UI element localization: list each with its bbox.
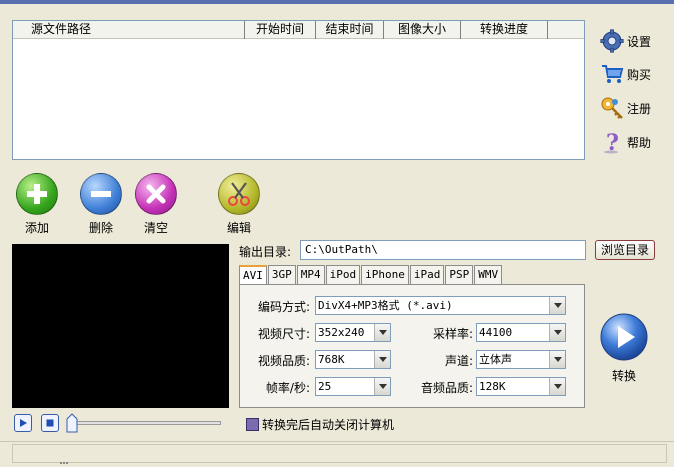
key-icon — [601, 97, 623, 119]
video-size-select[interactable]: 352x240 — [315, 323, 391, 342]
chevron-down-icon[interactable] — [549, 324, 565, 341]
play-icon — [20, 419, 27, 427]
seek-slider-track[interactable] — [76, 421, 221, 425]
svg-text:?: ? — [606, 130, 619, 154]
tab-ipod[interactable]: iPod — [325, 265, 361, 284]
channel-label: 声道: — [444, 354, 473, 368]
frame-rate-select[interactable]: 25 — [315, 377, 391, 396]
clear-button[interactable]: 清空 — [131, 173, 181, 236]
chevron-down-icon[interactable] — [549, 351, 565, 368]
browse-dir-button[interactable]: 浏览目录 — [595, 240, 655, 260]
video-size-label: 视频尺寸: — [257, 327, 310, 341]
remove-icon — [80, 173, 122, 215]
chevron-down-icon[interactable] — [374, 378, 390, 395]
column-header-image-size[interactable]: 图像大小 — [384, 21, 461, 39]
edit-button[interactable]: 编辑 — [214, 173, 264, 236]
tab-psp[interactable]: PSP — [445, 265, 474, 284]
column-header-start-time[interactable]: 开始时间 — [245, 21, 316, 39]
auto-shutdown-option[interactable]: 转换完后自动关闭计算机 — [246, 416, 394, 433]
format-tabs: AVI 3GP MP4 iPod iPhone iPad PSP WMV — [239, 265, 503, 285]
video-quality-select[interactable]: 768K — [315, 350, 391, 369]
delete-button[interactable]: 删除 — [76, 173, 126, 236]
format-settings-panel: 编码方式: DivX4+MP3格式 (*.avi) 视频尺寸: 352x240 … — [239, 284, 585, 408]
channel-select[interactable]: 立体声 — [476, 350, 566, 369]
status-bar — [0, 441, 674, 467]
sample-rate-select[interactable]: 44100 — [476, 323, 566, 342]
tab-mp4[interactable]: MP4 — [296, 265, 325, 284]
tab-avi[interactable]: AVI — [239, 265, 267, 285]
register-button[interactable]: 注册 — [600, 95, 670, 121]
chevron-down-icon[interactable] — [374, 351, 390, 368]
add-label: 添加 — [24, 221, 49, 235]
title-band — [0, 0, 674, 4]
tab-3gp[interactable]: 3GP — [267, 265, 296, 284]
auto-shutdown-checkbox[interactable] — [246, 418, 259, 431]
encoding-label: 编码方式: — [257, 300, 310, 314]
add-icon — [16, 173, 58, 215]
frame-rate-label: 帧率/秒: — [265, 381, 310, 395]
auto-shutdown-label: 转换完后自动关闭计算机 — [262, 418, 395, 432]
scissors-icon — [218, 173, 260, 215]
video-size-value: 352x240 — [318, 326, 365, 339]
help-question-icon: ? — [604, 130, 619, 154]
file-list[interactable]: 源文件路径 开始时间 结束时间 图像大小 转换进度 — [12, 20, 585, 160]
settings-label: 设置 — [627, 34, 652, 49]
tab-wmv[interactable]: WMV — [474, 265, 503, 284]
settings-button[interactable]: 设置 — [600, 28, 670, 54]
help-button[interactable]: ? 帮助 — [600, 129, 670, 155]
shopping-cart-icon — [602, 65, 624, 83]
video-quality-label: 视频品质: — [257, 354, 310, 368]
seek-slider-thumb[interactable] — [66, 413, 78, 433]
output-dir-input[interactable]: C:\OutPath\ — [300, 240, 586, 260]
stop-icon — [46, 419, 54, 427]
resize-grip[interactable] — [60, 462, 68, 464]
convert-label: 转换 — [611, 369, 636, 383]
audio-quality-select[interactable]: 128K — [476, 377, 566, 396]
chevron-down-icon[interactable] — [549, 297, 565, 314]
sample-rate-label: 采样率: — [432, 327, 473, 341]
tab-iphone[interactable]: iPhone — [361, 265, 409, 284]
column-header-source-path[interactable]: 源文件路径 — [13, 21, 245, 39]
convert-button[interactable]: 转换 — [598, 312, 650, 384]
edit-label: 编辑 — [226, 221, 251, 235]
stop-button[interactable] — [41, 414, 59, 432]
column-header-progress[interactable]: 转换进度 — [461, 21, 548, 39]
tab-ipad[interactable]: iPad — [409, 265, 445, 284]
buy-label: 购买 — [627, 67, 652, 82]
clear-x-icon — [135, 173, 177, 215]
add-button[interactable]: 添加 — [12, 173, 62, 236]
delete-label: 删除 — [88, 221, 113, 235]
encoding-select[interactable]: DivX4+MP3格式 (*.avi) — [315, 296, 566, 315]
column-header-end-time[interactable]: 结束时间 — [316, 21, 384, 39]
chevron-down-icon[interactable] — [549, 378, 565, 395]
output-dir-label: 输出目录: — [239, 245, 292, 259]
channel-value: 立体声 — [479, 353, 512, 366]
sample-rate-value: 44100 — [479, 326, 513, 339]
help-label: 帮助 — [627, 135, 652, 150]
play-button[interactable] — [14, 414, 32, 432]
audio-quality-value: 128K — [479, 380, 506, 393]
video-quality-value: 768K — [318, 353, 345, 366]
frame-rate-value: 25 — [318, 380, 332, 393]
file-list-header: 源文件路径 开始时间 结束时间 图像大小 转换进度 — [13, 21, 584, 39]
video-preview — [12, 244, 229, 408]
register-label: 注册 — [627, 101, 652, 116]
gear-icon — [600, 29, 624, 53]
clear-label: 清空 — [143, 221, 168, 235]
buy-button[interactable]: 购买 — [600, 61, 670, 87]
chevron-down-icon[interactable] — [374, 324, 390, 341]
encoding-value: DivX4+MP3格式 (*.avi) — [318, 299, 453, 312]
audio-quality-label: 音频品质: — [420, 381, 473, 395]
play-circle-icon — [600, 313, 648, 361]
